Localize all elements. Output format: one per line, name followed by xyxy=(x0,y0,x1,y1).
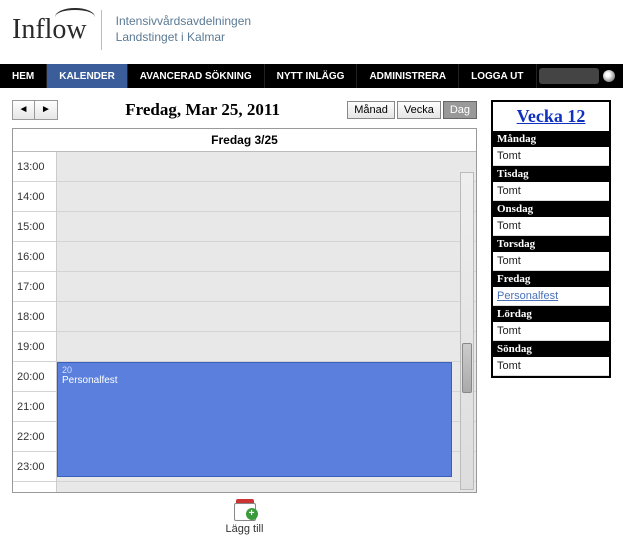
sidebar-day-empty: Tomt xyxy=(493,182,609,201)
date-nav-arrows: ◄ ► xyxy=(12,100,58,120)
view-day-button[interactable]: Dag xyxy=(443,101,477,119)
calendar-grid: 13:00 14:00 15:00 16:00 17:00 18:00 19:0… xyxy=(13,152,476,492)
header-subtitle: Intensivvårdsavdelningen Landstinget i K… xyxy=(116,14,251,45)
hour-slot[interactable] xyxy=(57,302,476,332)
sidebar-day-block: SöndagTomt xyxy=(493,341,609,376)
search-input[interactable] xyxy=(539,68,599,84)
sidebar-day-block: TisdagTomt xyxy=(493,166,609,201)
view-switch: Månad Vecka Dag xyxy=(347,101,477,119)
nav-hem[interactable]: HEM xyxy=(0,64,47,88)
add-event-icon[interactable]: + xyxy=(234,499,256,521)
sidebar-day-block: OnsdagTomt xyxy=(493,201,609,236)
calendar-toolbar: ◄ ► Fredag, Mar 25, 2011 Månad Vecka Dag xyxy=(12,100,477,120)
search-icon[interactable] xyxy=(603,70,615,82)
sidebar-day-name: Onsdag xyxy=(493,201,609,217)
hour-slot[interactable] xyxy=(57,272,476,302)
calendar-event[interactable]: 20 Personalfest xyxy=(57,362,452,477)
hour-slot[interactable] xyxy=(57,212,476,242)
subtitle-line1: Intensivvårdsavdelningen xyxy=(116,14,251,30)
nav-nytt-inlagg[interactable]: NYTT INLÄGG xyxy=(265,64,358,88)
hour-label: 23:00 xyxy=(13,452,56,482)
day-header: Fredag 3/25 xyxy=(13,129,476,152)
hour-label: 16:00 xyxy=(13,242,56,272)
nav-administrera[interactable]: ADMINISTRERA xyxy=(357,64,459,88)
hour-label: 15:00 xyxy=(13,212,56,242)
scrollbar-thumb[interactable] xyxy=(462,343,472,393)
view-month-button[interactable]: Månad xyxy=(347,101,395,119)
hour-slot[interactable] xyxy=(57,182,476,212)
nav-search xyxy=(539,64,623,88)
sidebar-title: Vecka 12 xyxy=(493,102,609,131)
sidebar-day-empty: Tomt xyxy=(493,147,609,166)
main-column: ◄ ► Fredag, Mar 25, 2011 Månad Vecka Dag… xyxy=(12,100,477,545)
hour-slot[interactable] xyxy=(57,332,476,362)
sidebar-day-name: Torsdag xyxy=(493,236,609,252)
calendar-scrollbar[interactable] xyxy=(460,172,474,490)
hour-label: 17:00 xyxy=(13,272,56,302)
sidebar-day-name: Måndag xyxy=(493,131,609,147)
view-week-button[interactable]: Vecka xyxy=(397,101,441,119)
hour-label: 14:00 xyxy=(13,182,56,212)
hour-label: 21:00 xyxy=(13,392,56,422)
time-column: 13:00 14:00 15:00 16:00 17:00 18:00 19:0… xyxy=(13,152,57,492)
prev-day-button[interactable]: ◄ xyxy=(13,101,35,119)
subtitle-line2: Landstinget i Kalmar xyxy=(116,30,251,46)
day-calendar: Fredag 3/25 13:00 14:00 15:00 16:00 17:0… xyxy=(12,128,477,493)
app-header: Inflow Intensivvårdsavdelningen Landstin… xyxy=(0,0,623,64)
hour-label: 20:00 xyxy=(13,362,56,392)
nav-avancerad-sokning[interactable]: AVANCERAD SÖKNING xyxy=(128,64,265,88)
sidebar-day-name: Söndag xyxy=(493,341,609,357)
event-title: Personalfest xyxy=(62,375,447,386)
sidebar-day-block: FredagPersonalfest xyxy=(493,271,609,306)
sidebar-day-name: Tisdag xyxy=(493,166,609,182)
plus-icon: + xyxy=(246,508,258,520)
week-sidebar: Vecka 12 MåndagTomtTisdagTomtOnsdagTomtT… xyxy=(491,100,611,378)
sidebar-day-block: LördagTomt xyxy=(493,306,609,341)
hour-slot[interactable] xyxy=(57,152,476,182)
hour-label: 13:00 xyxy=(13,152,56,182)
add-event-label[interactable]: Lägg till xyxy=(12,523,477,535)
sidebar-day-name: Lördag xyxy=(493,306,609,322)
slot-column[interactable]: 20 Personalfest xyxy=(57,152,476,492)
sidebar-day-empty: Tomt xyxy=(493,252,609,271)
content-area: ◄ ► Fredag, Mar 25, 2011 Månad Vecka Dag… xyxy=(0,88,623,557)
sidebar-day-empty: Tomt xyxy=(493,357,609,376)
hour-label: 22:00 xyxy=(13,422,56,452)
app-logo: Inflow xyxy=(12,14,87,46)
sidebar-day-event-link[interactable]: Personalfest xyxy=(493,287,609,306)
next-day-button[interactable]: ► xyxy=(35,101,57,119)
sidebar-day-block: TorsdagTomt xyxy=(493,236,609,271)
header-divider xyxy=(101,10,102,50)
add-event-row: + Lägg till xyxy=(12,493,477,545)
nav-kalender[interactable]: KALENDER xyxy=(47,64,128,88)
hour-label: 19:00 xyxy=(13,332,56,362)
date-title: Fredag, Mar 25, 2011 xyxy=(58,100,347,120)
main-nav: HEM KALENDER AVANCERAD SÖKNING NYTT INLÄ… xyxy=(0,64,623,88)
week-link[interactable]: Vecka 12 xyxy=(517,106,586,126)
sidebar-day-name: Fredag xyxy=(493,271,609,287)
hour-label: 18:00 xyxy=(13,302,56,332)
sidebar-day-block: MåndagTomt xyxy=(493,131,609,166)
sidebar-day-empty: Tomt xyxy=(493,217,609,236)
logo-swirl-icon xyxy=(55,8,95,26)
nav-logga-ut[interactable]: LOGGA UT xyxy=(459,64,536,88)
hour-slot[interactable] xyxy=(57,242,476,272)
event-time: 20 xyxy=(62,365,447,375)
sidebar-day-empty: Tomt xyxy=(493,322,609,341)
